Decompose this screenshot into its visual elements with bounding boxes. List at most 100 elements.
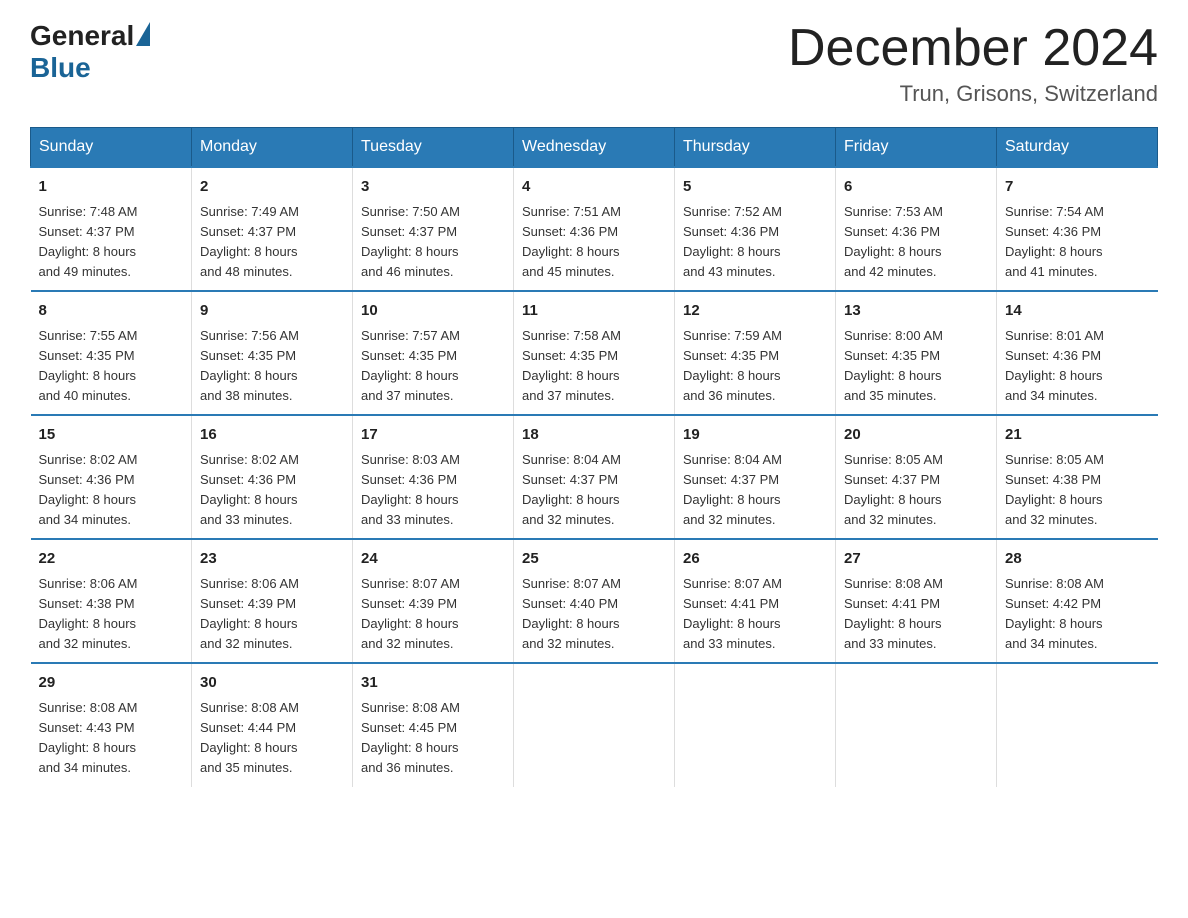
day-info: Sunrise: 7:56 AM Sunset: 4:35 PM Dayligh…: [200, 326, 344, 407]
day-of-week-header: Monday: [192, 128, 353, 168]
day-number: 1: [39, 176, 184, 199]
day-number: 2: [200, 176, 344, 199]
day-info: Sunrise: 8:01 AM Sunset: 4:36 PM Dayligh…: [1005, 326, 1150, 407]
calendar-cell: 9 Sunrise: 7:56 AM Sunset: 4:35 PM Dayli…: [192, 291, 353, 415]
day-info: Sunrise: 8:08 AM Sunset: 4:41 PM Dayligh…: [844, 574, 988, 655]
day-info: Sunrise: 7:50 AM Sunset: 4:37 PM Dayligh…: [361, 202, 505, 283]
day-number: 19: [683, 424, 827, 447]
calendar-cell: 27 Sunrise: 8:08 AM Sunset: 4:41 PM Dayl…: [836, 539, 997, 663]
day-info: Sunrise: 8:05 AM Sunset: 4:38 PM Dayligh…: [1005, 450, 1150, 531]
day-info: Sunrise: 8:08 AM Sunset: 4:45 PM Dayligh…: [361, 698, 505, 779]
day-number: 4: [522, 176, 666, 199]
calendar-cell: 20 Sunrise: 8:05 AM Sunset: 4:37 PM Dayl…: [836, 415, 997, 539]
day-info: Sunrise: 8:04 AM Sunset: 4:37 PM Dayligh…: [522, 450, 666, 531]
calendar-cell: 22 Sunrise: 8:06 AM Sunset: 4:38 PM Dayl…: [31, 539, 192, 663]
day-info: Sunrise: 7:57 AM Sunset: 4:35 PM Dayligh…: [361, 326, 505, 407]
calendar-cell: 16 Sunrise: 8:02 AM Sunset: 4:36 PM Dayl…: [192, 415, 353, 539]
calendar-week-row: 22 Sunrise: 8:06 AM Sunset: 4:38 PM Dayl…: [31, 539, 1158, 663]
day-number: 5: [683, 176, 827, 199]
day-number: 3: [361, 176, 505, 199]
day-info: Sunrise: 8:06 AM Sunset: 4:38 PM Dayligh…: [39, 574, 184, 655]
day-number: 14: [1005, 300, 1150, 323]
calendar-cell: 2 Sunrise: 7:49 AM Sunset: 4:37 PM Dayli…: [192, 167, 353, 291]
day-number: 29: [39, 672, 184, 695]
calendar-cell: 23 Sunrise: 8:06 AM Sunset: 4:39 PM Dayl…: [192, 539, 353, 663]
calendar-cell: 10 Sunrise: 7:57 AM Sunset: 4:35 PM Dayl…: [353, 291, 514, 415]
day-info: Sunrise: 8:04 AM Sunset: 4:37 PM Dayligh…: [683, 450, 827, 531]
calendar-table: SundayMondayTuesdayWednesdayThursdayFrid…: [30, 127, 1158, 786]
day-info: Sunrise: 8:03 AM Sunset: 4:36 PM Dayligh…: [361, 450, 505, 531]
day-info: Sunrise: 8:00 AM Sunset: 4:35 PM Dayligh…: [844, 326, 988, 407]
day-of-week-header: Saturday: [997, 128, 1158, 168]
day-info: Sunrise: 8:05 AM Sunset: 4:37 PM Dayligh…: [844, 450, 988, 531]
day-number: 20: [844, 424, 988, 447]
day-info: Sunrise: 8:08 AM Sunset: 4:42 PM Dayligh…: [1005, 574, 1150, 655]
day-of-week-header: Wednesday: [514, 128, 675, 168]
location-subtitle: Trun, Grisons, Switzerland: [788, 81, 1158, 107]
day-of-week-header: Thursday: [675, 128, 836, 168]
day-info: Sunrise: 8:07 AM Sunset: 4:39 PM Dayligh…: [361, 574, 505, 655]
title-block: December 2024 Trun, Grisons, Switzerland: [788, 20, 1158, 107]
day-number: 7: [1005, 176, 1150, 199]
day-number: 21: [1005, 424, 1150, 447]
calendar-cell: 24 Sunrise: 8:07 AM Sunset: 4:39 PM Dayl…: [353, 539, 514, 663]
day-number: 13: [844, 300, 988, 323]
calendar-cell: [997, 663, 1158, 786]
calendar-cell: [836, 663, 997, 786]
day-number: 18: [522, 424, 666, 447]
calendar-cell: 25 Sunrise: 8:07 AM Sunset: 4:40 PM Dayl…: [514, 539, 675, 663]
day-number: 23: [200, 548, 344, 571]
day-number: 25: [522, 548, 666, 571]
day-info: Sunrise: 7:59 AM Sunset: 4:35 PM Dayligh…: [683, 326, 827, 407]
calendar-cell: 11 Sunrise: 7:58 AM Sunset: 4:35 PM Dayl…: [514, 291, 675, 415]
calendar-cell: 4 Sunrise: 7:51 AM Sunset: 4:36 PM Dayli…: [514, 167, 675, 291]
calendar-cell: 3 Sunrise: 7:50 AM Sunset: 4:37 PM Dayli…: [353, 167, 514, 291]
calendar-week-row: 29 Sunrise: 8:08 AM Sunset: 4:43 PM Dayl…: [31, 663, 1158, 786]
day-of-week-header: Sunday: [31, 128, 192, 168]
calendar-cell: 31 Sunrise: 8:08 AM Sunset: 4:45 PM Dayl…: [353, 663, 514, 786]
logo-blue: Blue: [30, 52, 91, 83]
calendar-cell: 21 Sunrise: 8:05 AM Sunset: 4:38 PM Dayl…: [997, 415, 1158, 539]
day-info: Sunrise: 7:48 AM Sunset: 4:37 PM Dayligh…: [39, 202, 184, 283]
day-number: 22: [39, 548, 184, 571]
month-title: December 2024: [788, 20, 1158, 77]
calendar-cell: 17 Sunrise: 8:03 AM Sunset: 4:36 PM Dayl…: [353, 415, 514, 539]
calendar-week-row: 15 Sunrise: 8:02 AM Sunset: 4:36 PM Dayl…: [31, 415, 1158, 539]
day-number: 27: [844, 548, 988, 571]
day-number: 12: [683, 300, 827, 323]
day-number: 11: [522, 300, 666, 323]
day-info: Sunrise: 7:53 AM Sunset: 4:36 PM Dayligh…: [844, 202, 988, 283]
day-info: Sunrise: 8:06 AM Sunset: 4:39 PM Dayligh…: [200, 574, 344, 655]
day-number: 9: [200, 300, 344, 323]
calendar-cell: 29 Sunrise: 8:08 AM Sunset: 4:43 PM Dayl…: [31, 663, 192, 786]
logo-general: General: [30, 20, 134, 52]
day-info: Sunrise: 8:08 AM Sunset: 4:43 PM Dayligh…: [39, 698, 184, 779]
day-number: 30: [200, 672, 344, 695]
day-info: Sunrise: 8:08 AM Sunset: 4:44 PM Dayligh…: [200, 698, 344, 779]
day-info: Sunrise: 7:51 AM Sunset: 4:36 PM Dayligh…: [522, 202, 666, 283]
day-number: 8: [39, 300, 184, 323]
calendar-cell: 14 Sunrise: 8:01 AM Sunset: 4:36 PM Dayl…: [997, 291, 1158, 415]
calendar-cell: 30 Sunrise: 8:08 AM Sunset: 4:44 PM Dayl…: [192, 663, 353, 786]
logo-triangle-icon: [136, 22, 150, 46]
day-info: Sunrise: 7:54 AM Sunset: 4:36 PM Dayligh…: [1005, 202, 1150, 283]
day-number: 24: [361, 548, 505, 571]
day-info: Sunrise: 8:02 AM Sunset: 4:36 PM Dayligh…: [39, 450, 184, 531]
calendar-header-row: SundayMondayTuesdayWednesdayThursdayFrid…: [31, 128, 1158, 168]
calendar-week-row: 1 Sunrise: 7:48 AM Sunset: 4:37 PM Dayli…: [31, 167, 1158, 291]
day-info: Sunrise: 7:58 AM Sunset: 4:35 PM Dayligh…: [522, 326, 666, 407]
day-info: Sunrise: 8:02 AM Sunset: 4:36 PM Dayligh…: [200, 450, 344, 531]
day-number: 17: [361, 424, 505, 447]
day-info: Sunrise: 7:55 AM Sunset: 4:35 PM Dayligh…: [39, 326, 184, 407]
logo-block: General Blue: [30, 20, 150, 84]
page-header: General Blue December 2024 Trun, Grisons…: [30, 20, 1158, 107]
day-info: Sunrise: 7:49 AM Sunset: 4:37 PM Dayligh…: [200, 202, 344, 283]
day-number: 31: [361, 672, 505, 695]
day-info: Sunrise: 8:07 AM Sunset: 4:41 PM Dayligh…: [683, 574, 827, 655]
day-number: 26: [683, 548, 827, 571]
calendar-cell: 1 Sunrise: 7:48 AM Sunset: 4:37 PM Dayli…: [31, 167, 192, 291]
calendar-cell: 19 Sunrise: 8:04 AM Sunset: 4:37 PM Dayl…: [675, 415, 836, 539]
calendar-cell: [675, 663, 836, 786]
calendar-cell: 12 Sunrise: 7:59 AM Sunset: 4:35 PM Dayl…: [675, 291, 836, 415]
calendar-cell: 28 Sunrise: 8:08 AM Sunset: 4:42 PM Dayl…: [997, 539, 1158, 663]
